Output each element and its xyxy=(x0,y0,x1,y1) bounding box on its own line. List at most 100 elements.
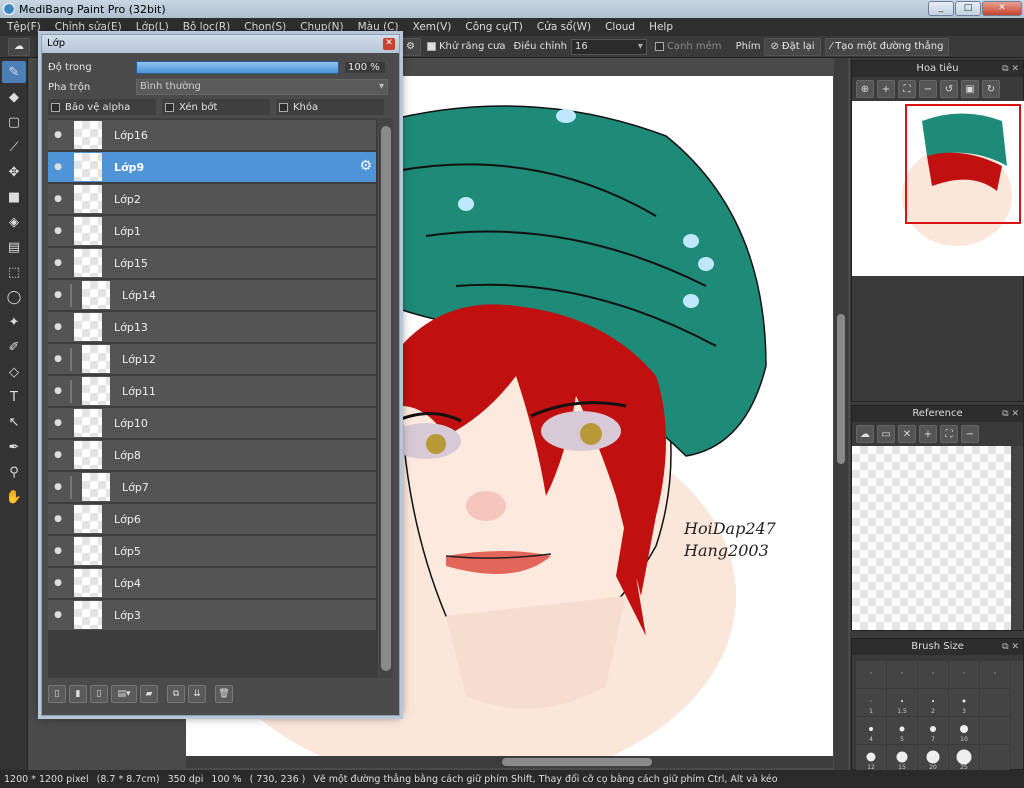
visibility-eye-icon[interactable]: ● xyxy=(48,546,68,556)
panel-float-close-icon[interactable]: ⧉ ✕ xyxy=(1002,61,1019,77)
correction-select[interactable]: 16 xyxy=(570,38,647,55)
menu-file[interactable]: Tệp(F) xyxy=(0,21,48,33)
protect-alpha-checkbox[interactable] xyxy=(51,102,60,112)
visibility-eye-icon[interactable]: ● xyxy=(48,130,68,140)
brush-size-cell[interactable]: 12 xyxy=(856,745,886,772)
reference-cloud-icon[interactable]: ☁ xyxy=(856,425,874,443)
reference-scrollbar[interactable] xyxy=(1011,446,1023,630)
line-tool-icon[interactable]: ⟋ xyxy=(2,136,26,158)
navigator-preview[interactable] xyxy=(852,101,1024,276)
lock-toggle[interactable]: Khóa xyxy=(276,99,384,115)
eyedropper-tool-icon[interactable]: ⚲ xyxy=(2,461,26,483)
canvas-vertical-scrollbar[interactable] xyxy=(834,58,848,770)
brush-size-cell[interactable] xyxy=(918,661,948,688)
visibility-eye-icon[interactable]: ● xyxy=(48,514,68,524)
add-layer-menu-icon[interactable]: ▤▾ xyxy=(111,685,137,703)
antialias-toggle[interactable]: Khử răng cưa xyxy=(426,41,505,52)
lasso-tool-icon[interactable]: ◯ xyxy=(2,286,26,308)
layer-list-scrollbar[interactable] xyxy=(379,118,393,678)
soft-edge-checkbox[interactable] xyxy=(654,42,664,51)
new-layer-icon[interactable]: ▯ xyxy=(48,685,66,703)
close-button[interactable]: ✕ xyxy=(982,1,1022,16)
shape-tool-icon[interactable]: ▢ xyxy=(2,111,26,133)
layer-row[interactable]: ● Lớp2 xyxy=(48,184,376,215)
reference-zoom-out-icon[interactable]: − xyxy=(961,425,979,443)
duplicate-layer-icon[interactable]: ⧉ xyxy=(167,685,185,703)
operation-tool-icon[interactable]: ↖ xyxy=(2,411,26,433)
visibility-eye-icon[interactable]: ● xyxy=(48,194,68,204)
fill-rect-tool-icon[interactable]: ■ xyxy=(2,186,26,208)
visibility-eye-icon[interactable]: ● xyxy=(48,450,68,460)
menu-select[interactable]: Chọn(S) xyxy=(237,21,293,33)
canvas-vscroll-thumb[interactable] xyxy=(837,314,845,464)
minimize-button[interactable]: _ xyxy=(928,1,954,16)
select-pen-tool-icon[interactable]: ✐ xyxy=(2,336,26,358)
layer-row[interactable]: ● Lớp16 xyxy=(48,120,376,151)
menu-color[interactable]: Màu (C) xyxy=(351,21,406,33)
layer-list-scroll-thumb[interactable] xyxy=(381,126,391,671)
brush-size-cell[interactable] xyxy=(980,745,1010,772)
layer-row[interactable]: ● Lớp14 xyxy=(48,280,376,311)
opacity-slider[interactable] xyxy=(136,60,339,74)
visibility-eye-icon[interactable]: ● xyxy=(48,290,68,300)
dropper-tool-icon[interactable]: ✒ xyxy=(2,436,26,458)
menu-layer[interactable]: Lớp(L) xyxy=(129,21,176,33)
brush-size-cell[interactable] xyxy=(949,661,979,688)
cloud-icon[interactable]: ☁ xyxy=(8,37,30,56)
settings-gear-icon[interactable]: ⚙ xyxy=(400,37,421,56)
new-8bit-layer-icon[interactable]: ▮ xyxy=(69,685,87,703)
brush-size-cell[interactable]: 2 xyxy=(918,689,948,716)
clipping-checkbox[interactable] xyxy=(165,102,174,112)
layer-row[interactable]: ● Lớp15 xyxy=(48,248,376,279)
layer-window-close-icon[interactable]: ✕ xyxy=(383,38,395,50)
brush-size-cell[interactable]: 25 xyxy=(949,745,979,772)
brush-size-cell[interactable] xyxy=(856,661,886,688)
brush-size-cell[interactable] xyxy=(887,661,917,688)
visibility-eye-icon[interactable]: ● xyxy=(48,258,68,268)
brush-tool-icon[interactable]: ✎ xyxy=(2,61,26,83)
antialias-checkbox[interactable] xyxy=(426,42,436,51)
straight-line-button[interactable]: ⁄ Tạo một đường thẳng xyxy=(824,37,950,56)
layer-row[interactable]: ● Lớp4 xyxy=(48,568,376,599)
brush-size-cell[interactable]: 1.5 xyxy=(887,689,917,716)
reference-close-icon[interactable]: ✕ xyxy=(898,425,916,443)
brush-size-cell[interactable] xyxy=(980,661,1010,688)
layer-row[interactable]: ● Lớp12 xyxy=(48,344,376,375)
new-folder-icon[interactable]: ▰ xyxy=(140,685,158,703)
blend-mode-select[interactable]: Bình thường xyxy=(136,79,388,95)
menu-tools[interactable]: Công cụ(T) xyxy=(458,21,529,33)
bucket-tool-icon[interactable]: ◈ xyxy=(2,211,26,233)
brush-size-cell[interactable]: 10 xyxy=(949,717,979,744)
brush-size-cell[interactable] xyxy=(980,689,1010,716)
hand-tool-icon[interactable]: ✋ xyxy=(2,486,26,508)
visibility-eye-icon[interactable]: ● xyxy=(48,578,68,588)
zoom-fit-icon[interactable]: ⊕ xyxy=(856,80,874,98)
lock-checkbox[interactable] xyxy=(279,102,288,112)
reference-zoom-in-icon[interactable]: + xyxy=(919,425,937,443)
navigator-viewport-frame[interactable] xyxy=(905,104,1021,224)
visibility-eye-icon[interactable]: ● xyxy=(48,354,68,364)
magic-wand-tool-icon[interactable]: ✦ xyxy=(2,311,26,333)
brush-size-cell[interactable] xyxy=(980,717,1010,744)
layer-window-titlebar[interactable]: Lớp ✕ xyxy=(42,35,399,53)
reference-float-close-icon[interactable]: ⧉ ✕ xyxy=(1002,406,1019,422)
visibility-eye-icon[interactable]: ● xyxy=(48,482,68,492)
layer-row[interactable]: ● Lớp7 xyxy=(48,472,376,503)
clipping-toggle[interactable]: Xén bớt xyxy=(162,99,270,115)
visibility-eye-icon[interactable]: ● xyxy=(48,610,68,620)
actual-size-icon[interactable]: ▣ xyxy=(961,80,979,98)
move-tool-icon[interactable]: ✥ xyxy=(2,161,26,183)
layer-row[interactable]: ● Lớp11 xyxy=(48,376,376,407)
layer-row[interactable]: ● Lớp1 xyxy=(48,216,376,247)
fit-window-icon[interactable]: ⛶ xyxy=(898,80,916,98)
reference-folder-icon[interactable]: ▭ xyxy=(877,425,895,443)
brush-size-cell[interactable]: 15 xyxy=(887,745,917,772)
visibility-eye-icon[interactable]: ● xyxy=(48,418,68,428)
layer-row[interactable]: ● Lớp6 xyxy=(48,504,376,535)
menu-snap[interactable]: Chụp(N) xyxy=(293,21,350,33)
reference-fit-icon[interactable]: ⛶ xyxy=(940,425,958,443)
brush-size-cell[interactable]: 1 xyxy=(856,689,886,716)
canvas-hscroll-thumb[interactable] xyxy=(502,758,652,766)
layer-row[interactable]: ● Lớp5 xyxy=(48,536,376,567)
layer-row[interactable]: ● Lớp10 xyxy=(48,408,376,439)
